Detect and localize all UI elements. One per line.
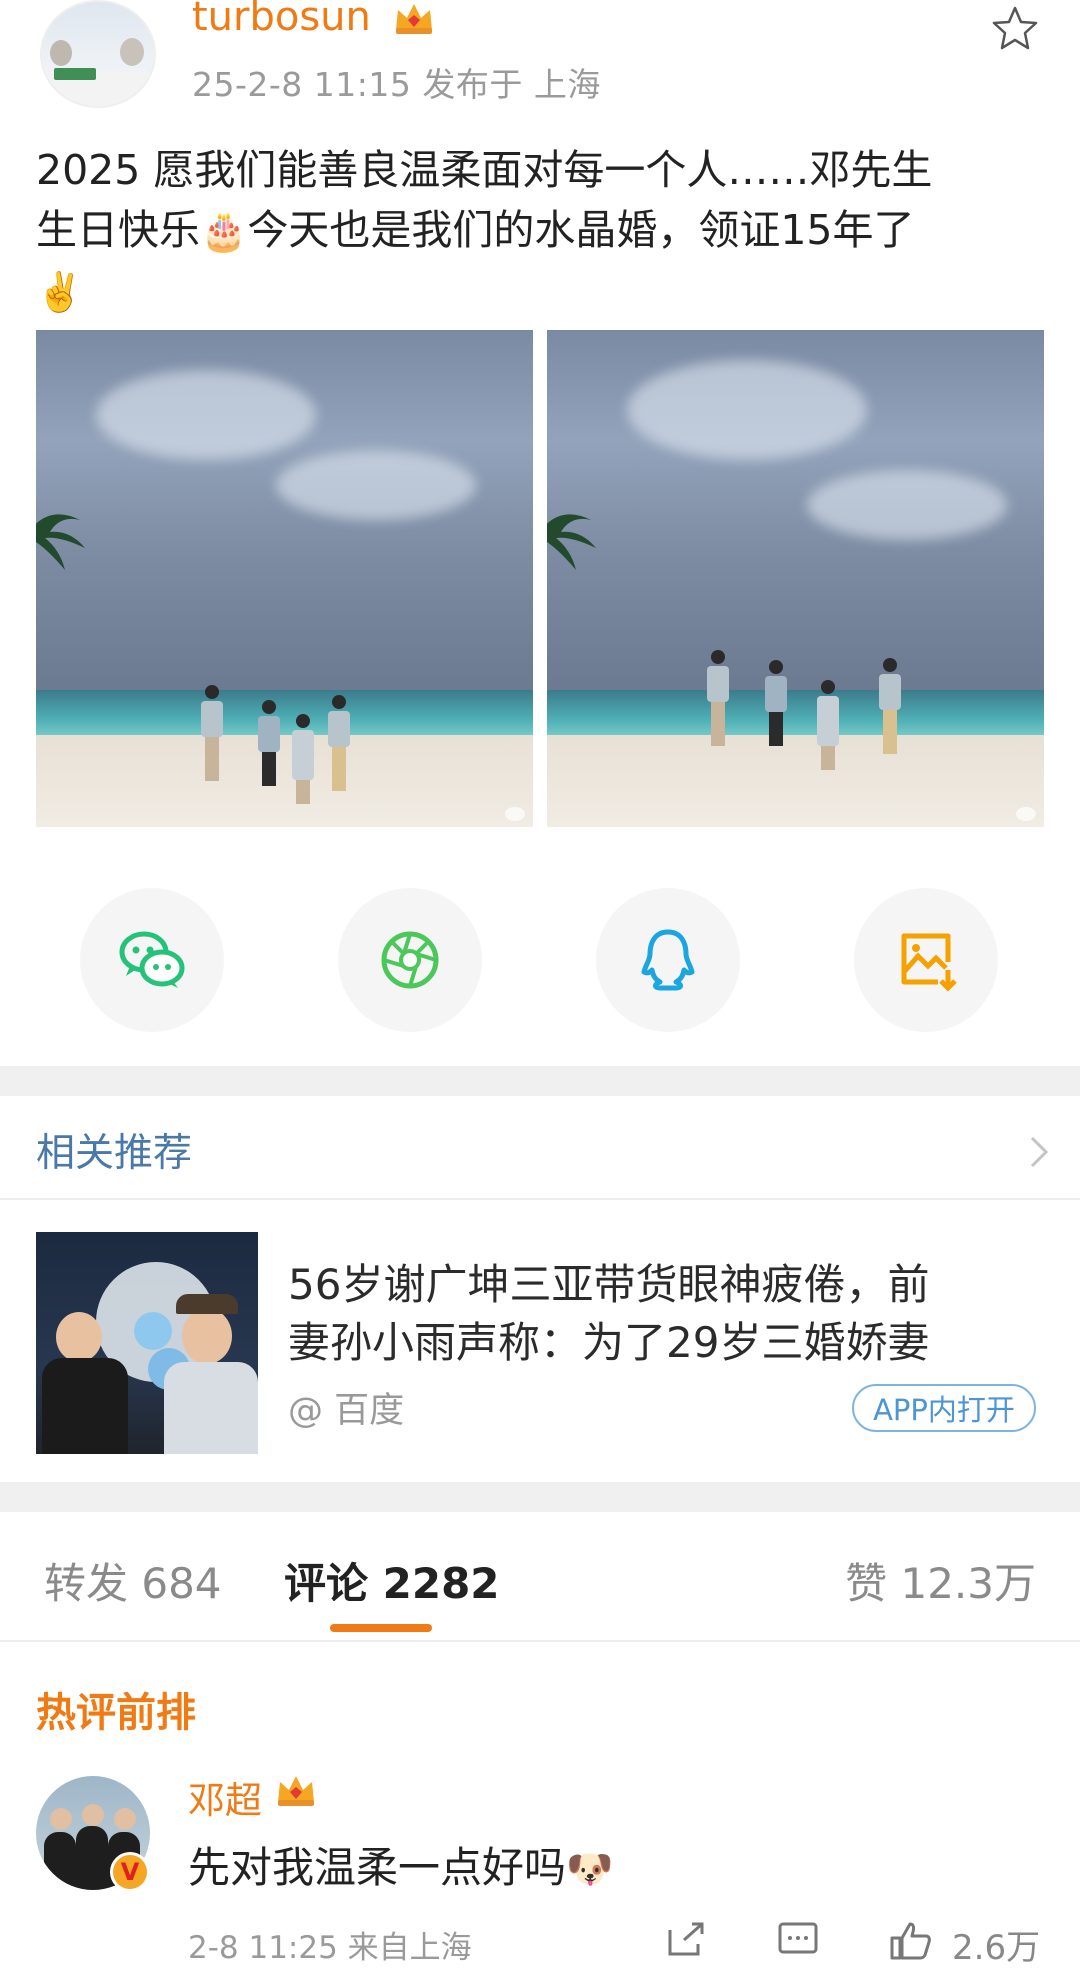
related-title-line: 妻孙小雨声称：为了29岁三婚娇妻 xyxy=(288,1318,930,1367)
photo-cloud xyxy=(96,370,316,460)
repost-icon[interactable] xyxy=(664,1920,708,1960)
photo-person xyxy=(879,658,901,758)
photo-sea xyxy=(547,690,1044,740)
avatar-face xyxy=(82,1804,104,1826)
divider-line xyxy=(0,1640,1080,1642)
save-image-button[interactable] xyxy=(854,888,998,1032)
post-photo[interactable] xyxy=(547,330,1044,827)
photo-cloud xyxy=(807,470,1007,540)
author-name[interactable]: turbosun xyxy=(192,0,371,40)
share-moments-button[interactable] xyxy=(338,888,482,1032)
comment-like-count: 2.6万 xyxy=(952,1928,1041,1968)
photo-sand xyxy=(547,735,1044,827)
post-text: 2025 愿我们能善良温柔面对每一个人……邓先生 生日快乐🎂今天也是我们的水晶婚… xyxy=(36,140,1046,322)
photo-cloud xyxy=(627,360,867,460)
comment-text: 先对我温柔一点好吗🐶 xyxy=(188,1834,613,1895)
photo-watermark xyxy=(1016,807,1036,821)
thumb-person-face xyxy=(182,1308,232,1364)
tab-repost[interactable]: 转发 684 xyxy=(44,1550,222,1611)
avatar-face xyxy=(114,1808,136,1830)
chevron-right-icon[interactable] xyxy=(1028,1134,1050,1170)
share-qq-button[interactable] xyxy=(596,888,740,1032)
cake-emoji-icon: 🎂 xyxy=(200,209,248,253)
thumb-balloon xyxy=(134,1312,172,1350)
avatar-tree xyxy=(120,38,144,66)
save-image-icon xyxy=(901,933,957,992)
post-text-line: ✌️ xyxy=(36,261,1046,322)
qq-icon xyxy=(641,929,695,991)
active-tab-indicator xyxy=(330,1624,432,1632)
post-meta: 25-2-8 11:15 发布于 上海 xyxy=(192,65,601,104)
photo-person xyxy=(765,660,787,760)
avatar-body xyxy=(44,1832,76,1890)
tab-likes[interactable]: 赞 12.3万 xyxy=(845,1550,1036,1611)
share-wechat-button[interactable] xyxy=(80,888,224,1032)
photo-watermark xyxy=(505,807,525,821)
crown-icon xyxy=(278,1776,314,1806)
commenter-name[interactable]: 邓超 xyxy=(188,1770,262,1824)
photo-sea xyxy=(36,690,533,740)
post-photo[interactable] xyxy=(36,330,533,827)
open-in-app-button[interactable]: APP内打开 xyxy=(852,1384,1036,1432)
favorite-star-icon[interactable] xyxy=(990,4,1040,54)
related-article-source: @ 百度 xyxy=(288,1391,405,1431)
avatar-cart xyxy=(54,68,96,80)
hot-comments-title: 热评前排 xyxy=(36,1690,196,1736)
author-avatar[interactable] xyxy=(40,0,156,108)
post-text-line: 2025 愿我们能善良温柔面对每一个人……邓先生 xyxy=(36,146,933,194)
thumb-hat xyxy=(176,1294,238,1314)
photo-cloud xyxy=(276,450,476,520)
related-section-title[interactable]: 相关推荐 xyxy=(36,1122,192,1178)
thumb-person-shirt xyxy=(42,1358,128,1454)
comment-meta: 2-8 11:25 来自上海 xyxy=(188,1930,472,1966)
photo-person xyxy=(707,650,729,750)
thumb-person-shirt xyxy=(164,1362,258,1454)
tab-comments[interactable]: 评论 2282 xyxy=(284,1550,500,1611)
avatar-face xyxy=(50,1808,72,1830)
wechat-icon xyxy=(119,931,185,988)
photo-person xyxy=(817,680,839,780)
like-thumb-icon[interactable] xyxy=(888,1920,932,1960)
victory-emoji-icon: ✌️ xyxy=(36,270,84,314)
related-article-title[interactable]: 56岁谢广坤三亚带货眼神疲倦，前 妻孙小雨声称：为了29岁三婚娇妻 xyxy=(288,1256,1028,1372)
post-text-line: 生日快乐🎂今天也是我们的水晶婚，领证15年了 xyxy=(36,200,1046,261)
moments-icon xyxy=(381,931,439,989)
photo-person xyxy=(292,714,314,814)
palm-tree-icon xyxy=(36,514,85,570)
post-text-fragment: 生日快乐 xyxy=(36,206,200,254)
divider-line xyxy=(0,1198,1080,1200)
avatar-tree xyxy=(50,40,72,66)
verified-badge-icon: V xyxy=(110,1852,150,1892)
palm-tree-icon xyxy=(547,514,596,570)
photo-person xyxy=(201,685,223,785)
photo-person xyxy=(258,700,280,800)
related-title-line: 56岁谢广坤三亚带货眼神疲倦，前 xyxy=(288,1260,930,1309)
crown-icon xyxy=(396,4,432,34)
post-text-fragment: 今天也是我们的水晶婚，领证15年了 xyxy=(247,206,915,254)
doge-emoji-icon: 🐶 xyxy=(566,1847,614,1891)
comment-text-body: 先对我温柔一点好吗 xyxy=(188,1843,567,1892)
photo-person xyxy=(328,695,350,795)
related-article-thumbnail[interactable] xyxy=(36,1232,258,1454)
section-divider xyxy=(0,1066,1080,1096)
photo-sand xyxy=(36,735,533,827)
thumb-person-face xyxy=(56,1312,102,1362)
section-divider xyxy=(0,1482,1080,1512)
avatar-body xyxy=(76,1826,108,1890)
comment-icon[interactable] xyxy=(776,1920,820,1960)
